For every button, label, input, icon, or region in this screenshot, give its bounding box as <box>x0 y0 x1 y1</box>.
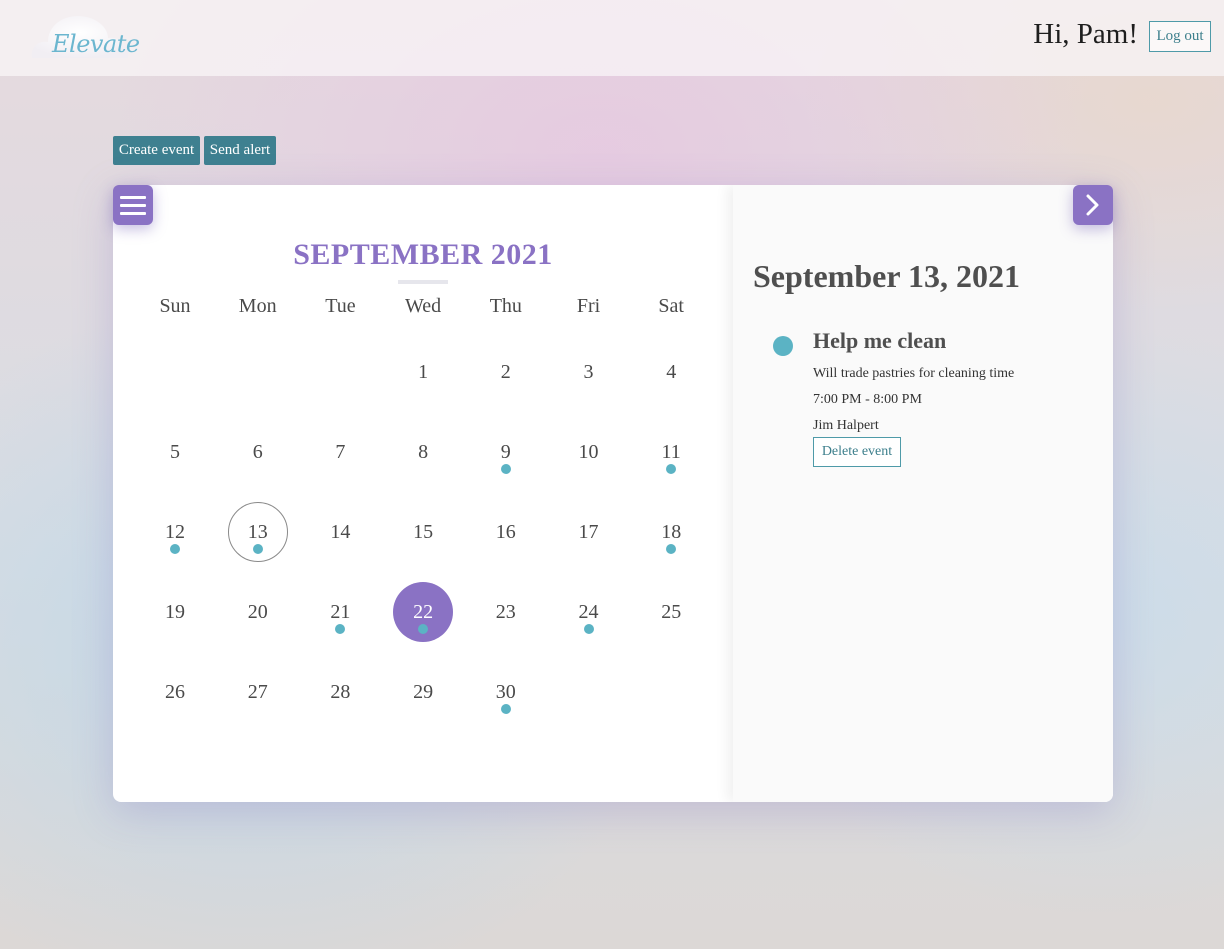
calendar-day-17[interactable]: 17 <box>559 502 619 562</box>
calendar-day-8[interactable]: 8 <box>393 422 453 482</box>
hamburger-menu-icon-line <box>120 203 146 207</box>
logo-text: Elevate <box>52 30 140 58</box>
calendar-day-20[interactable]: 20 <box>228 582 288 642</box>
delete-event-button[interactable]: Delete event <box>813 437 901 467</box>
calendar-day-28[interactable]: 28 <box>310 662 370 722</box>
send-alert-button[interactable]: Send alert <box>204 136 276 165</box>
calendar-day-23[interactable]: 23 <box>476 582 536 642</box>
event-host: Jim Halpert <box>813 418 879 433</box>
top-bar: Elevate Hi, Pam! Log out <box>0 0 1224 76</box>
weekday-label-sat: Sat <box>658 295 684 317</box>
create-event-button[interactable]: Create event <box>113 136 200 165</box>
greeting-text: Hi, Pam! <box>1033 18 1138 50</box>
weekday-label-fri: Fri <box>576 295 601 317</box>
calendar-day-14[interactable]: 14 <box>310 502 370 562</box>
logout-button[interactable]: Log out <box>1149 21 1211 52</box>
calendar-day-26[interactable]: 26 <box>145 662 205 722</box>
hamburger-menu-icon-line <box>120 211 146 215</box>
month-title: SEPTEMBER 2021 <box>293 238 553 271</box>
event-dot <box>500 704 511 714</box>
event-dot <box>500 464 511 474</box>
calendar-day-27[interactable]: 27 <box>228 662 288 722</box>
month-title-underline <box>398 280 448 284</box>
calendar-day-16[interactable]: 16 <box>476 502 536 562</box>
event-dot <box>583 624 594 634</box>
calendar-day-3[interactable]: 3 <box>559 342 619 402</box>
weekday-label-wed: Wed <box>405 295 442 317</box>
weekday-label-mon: Mon <box>238 295 277 317</box>
calendar-day-29[interactable]: 29 <box>393 662 453 722</box>
menu-button[interactable] <box>113 185 153 225</box>
calendar-day-2[interactable]: 2 <box>476 342 536 402</box>
event-description: Will trade pastries for cleaning time <box>813 366 1015 381</box>
chevron-right-icon <box>1086 194 1099 216</box>
event-indicator-dot <box>773 336 793 356</box>
selected-date-heading: September 13, 2021 <box>753 258 1020 294</box>
event-dot <box>252 544 263 554</box>
calendar-day-7[interactable]: 7 <box>310 422 370 482</box>
calendar-day-19[interactable]: 19 <box>145 582 205 642</box>
calendar-day-10[interactable]: 10 <box>559 422 619 482</box>
weekday-label-thu: Thu <box>489 295 522 317</box>
calendar-day-4[interactable]: 4 <box>641 342 701 402</box>
event-time: 7:00 PM - 8:00 PM <box>813 392 922 407</box>
calendar-day-25[interactable]: 25 <box>641 582 701 642</box>
hamburger-menu-icon <box>120 195 146 199</box>
calendar-day-1[interactable]: 1 <box>393 342 453 402</box>
calendar-day-5[interactable]: 5 <box>145 422 205 482</box>
event-dot <box>170 544 180 554</box>
next-month-button[interactable] <box>1073 185 1113 225</box>
weekday-label-sun: Sun <box>159 295 191 317</box>
calendar-day-15[interactable]: 15 <box>393 502 453 562</box>
weekday-label-tue: Tue <box>325 295 356 317</box>
event-title: Help me clean <box>813 328 947 353</box>
calendar-day-6[interactable]: 6 <box>228 422 288 482</box>
